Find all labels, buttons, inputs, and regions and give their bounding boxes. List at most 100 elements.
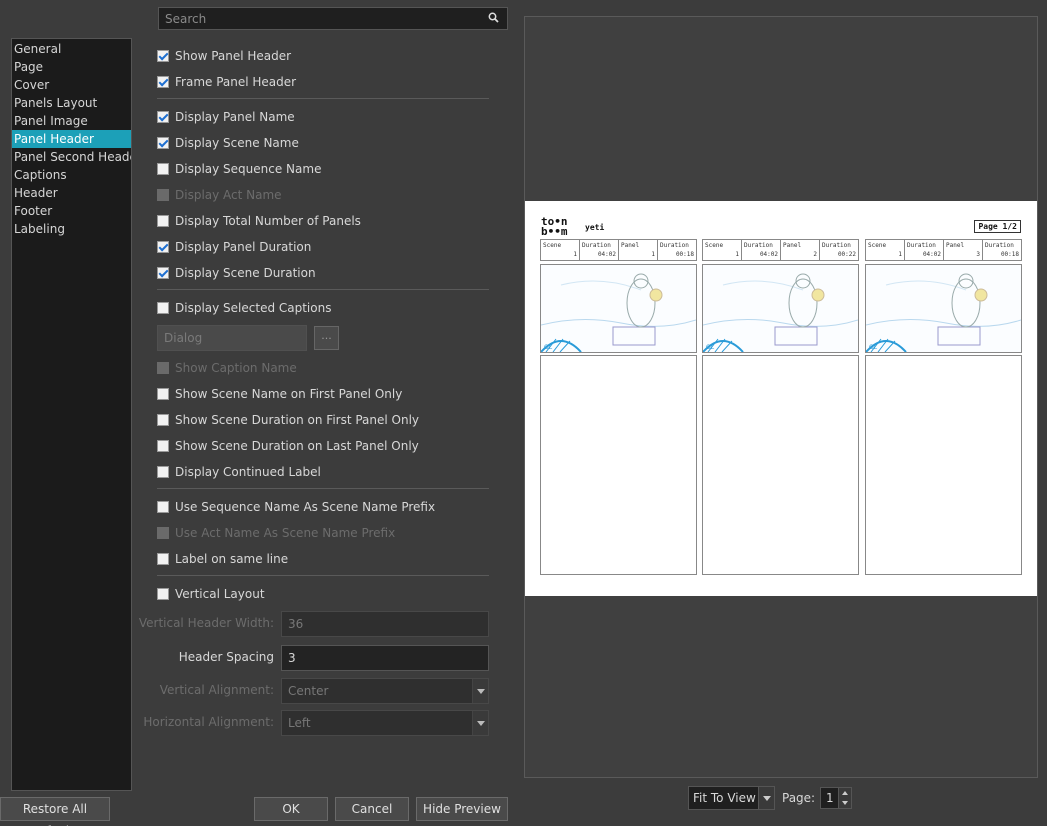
checkbox-icon[interactable]	[157, 215, 169, 227]
divider	[157, 575, 489, 576]
sidebar-item-header[interactable]: Header	[12, 184, 131, 202]
frame-panel-header-checkbox[interactable]: Frame Panel Header	[157, 72, 296, 92]
display-continued-label-checkbox[interactable]: Display Continued Label	[157, 462, 321, 482]
option-label: Vertical Layout	[175, 587, 265, 601]
checkbox-icon[interactable]	[157, 466, 169, 478]
spinner-up-icon[interactable]	[838, 788, 851, 798]
sequence-prefix-checkbox[interactable]: Use Sequence Name As Scene Name Prefix	[157, 497, 435, 517]
sidebar-item-panel-header[interactable]: Panel Header	[12, 130, 131, 148]
checkbox-icon[interactable]	[157, 588, 169, 600]
option-label: Use Sequence Name As Scene Name Prefix	[175, 500, 436, 514]
scene-name-first-panel-checkbox[interactable]: Show Scene Name on First Panel Only	[157, 384, 402, 404]
header-spacing-input[interactable]: 3	[281, 645, 489, 671]
page-spinner[interactable]: 1	[820, 787, 852, 809]
sidebar-item-page[interactable]: Page	[12, 58, 131, 76]
page-number-badge: Page 1/2	[974, 220, 1021, 233]
scene-duration-first-panel-checkbox[interactable]: Show Scene Duration on First Panel Only	[157, 410, 419, 430]
checkbox-checked-icon[interactable]	[157, 50, 169, 62]
vertical-header-width-input: 36	[281, 611, 489, 637]
chevron-down-icon[interactable]	[758, 787, 774, 809]
sidebar-item-cover[interactable]: Cover	[12, 76, 131, 94]
spinner-down-icon[interactable]	[838, 798, 851, 808]
vertical-header-width-label: Vertical Header Width:	[138, 616, 274, 630]
checkbox-icon[interactable]	[157, 163, 169, 175]
option-label: Display Panel Duration	[175, 240, 312, 254]
option-label: Show Scene Duration on Last Panel Only	[175, 439, 419, 453]
checkbox-icon[interactable]	[157, 388, 169, 400]
header-spacing-label: Header Spacing	[178, 650, 274, 664]
sidebar-item-panel-second-header[interactable]: Panel Second Header	[12, 148, 131, 166]
display-panel-name-checkbox[interactable]: Display Panel Name	[157, 107, 295, 127]
option-label: Display Panel Name	[175, 110, 295, 124]
toonboom-logo: to•n b••m	[541, 215, 568, 238]
hide-preview-button[interactable]: Hide Preview	[416, 797, 508, 821]
horizontal-alignment-value: Left	[288, 716, 311, 730]
chevron-down-icon	[472, 711, 488, 735]
option-label: Display Scene Duration	[175, 266, 316, 280]
zoom-value: Fit To View	[693, 791, 756, 805]
divider	[157, 488, 489, 489]
show-caption-name-checkbox: Show Caption Name	[157, 358, 297, 378]
ok-button[interactable]: OK	[254, 797, 328, 821]
display-act-name-checkbox: Display Act Name	[157, 185, 282, 205]
caption-browse-button[interactable]: ...	[314, 326, 339, 350]
vertical-alignment-row: Vertical Alignment: Center	[157, 678, 489, 704]
act-prefix-checkbox: Use Act Name As Scene Name Prefix	[157, 523, 395, 543]
search-icon	[488, 12, 499, 26]
svg-text:OL: OL	[544, 344, 553, 351]
checkbox-checked-icon[interactable]	[157, 76, 169, 88]
panel-body	[702, 355, 859, 575]
option-label: Display Act Name	[175, 188, 282, 202]
sidebar-item-panel-image[interactable]: Panel Image	[12, 112, 131, 130]
panel-image: OL	[865, 264, 1022, 353]
zoom-select[interactable]: Fit To View	[688, 786, 775, 810]
search-box[interactable]	[158, 7, 508, 30]
vertical-alignment-value: Center	[288, 684, 329, 698]
checkbox-disabled-icon	[157, 527, 169, 539]
display-total-panels-checkbox[interactable]: Display Total Number of Panels	[157, 211, 361, 231]
checkbox-icon[interactable]	[157, 414, 169, 426]
panel-image: OL	[540, 264, 697, 353]
option-label: Display Continued Label	[175, 465, 321, 479]
scene-duration-last-panel-checkbox[interactable]: Show Scene Duration on Last Panel Only	[157, 436, 419, 456]
panel-header: Scene 1 Duration 04:02 Panel 1 Duration 00:1…	[540, 239, 697, 261]
vertical-layout-checkbox[interactable]: Vertical Layout	[157, 584, 265, 604]
label-same-line-checkbox[interactable]: Label on same line	[157, 549, 288, 569]
vertical-alignment-label: Vertical Alignment:	[159, 683, 274, 697]
restore-defaults-button[interactable]: Restore All Defaults	[0, 797, 110, 826]
display-sequence-name-checkbox[interactable]: Display Sequence Name	[157, 159, 321, 179]
show-panel-header-checkbox[interactable]: Show Panel Header	[157, 46, 291, 66]
divider	[157, 289, 489, 290]
option-label: Show Scene Duration on First Panel Only	[175, 413, 420, 427]
yeti-sketch-icon: OL	[866, 273, 1021, 352]
checkbox-icon[interactable]	[157, 440, 169, 452]
storyboard-panel: Scene 1 Duration 04:02 Panel 1 Duration 00:1…	[540, 239, 697, 575]
checkbox-checked-icon[interactable]	[157, 241, 169, 253]
display-panel-duration-checkbox[interactable]: Display Panel Duration	[157, 237, 311, 257]
horizontal-alignment-row: Horizontal Alignment: Left	[143, 710, 489, 736]
option-label: Show Scene Name on First Panel Only	[175, 387, 403, 401]
vertical-alignment-select: Center	[281, 678, 489, 704]
cancel-button[interactable]: Cancel	[335, 797, 409, 821]
sidebar-item-labeling[interactable]: Labeling	[12, 220, 131, 238]
display-scene-name-checkbox[interactable]: Display Scene Name	[157, 133, 299, 153]
display-selected-captions-checkbox[interactable]: Display Selected Captions	[157, 298, 331, 318]
checkbox-icon[interactable]	[157, 302, 169, 314]
checkbox-checked-icon[interactable]	[157, 267, 169, 279]
horizontal-alignment-select: Left	[281, 710, 489, 736]
sidebar-item-captions[interactable]: Captions	[12, 166, 131, 184]
sidebar-item-panels-layout[interactable]: Panels Layout	[12, 94, 131, 112]
preview-page: to•n b••m yeti Page 1/2 Scene 1 Duration 04…	[525, 201, 1037, 596]
caption-select-field[interactable]: Dialog	[157, 325, 307, 351]
search-input[interactable]	[159, 8, 507, 29]
storyboard-panel: Scene 1 Duration 04:02 Panel 2 Duration 00:2…	[702, 239, 859, 575]
checkbox-disabled-icon	[157, 189, 169, 201]
sidebar-item-footer[interactable]: Footer	[12, 202, 131, 220]
checkbox-icon[interactable]	[157, 553, 169, 565]
checkbox-checked-icon[interactable]	[157, 111, 169, 123]
display-scene-duration-checkbox[interactable]: Display Scene Duration	[157, 263, 316, 283]
checkbox-icon[interactable]	[157, 501, 169, 513]
checkbox-checked-icon[interactable]	[157, 137, 169, 149]
option-label: Display Total Number of Panels	[175, 214, 361, 228]
sidebar-item-general[interactable]: General	[12, 40, 131, 58]
